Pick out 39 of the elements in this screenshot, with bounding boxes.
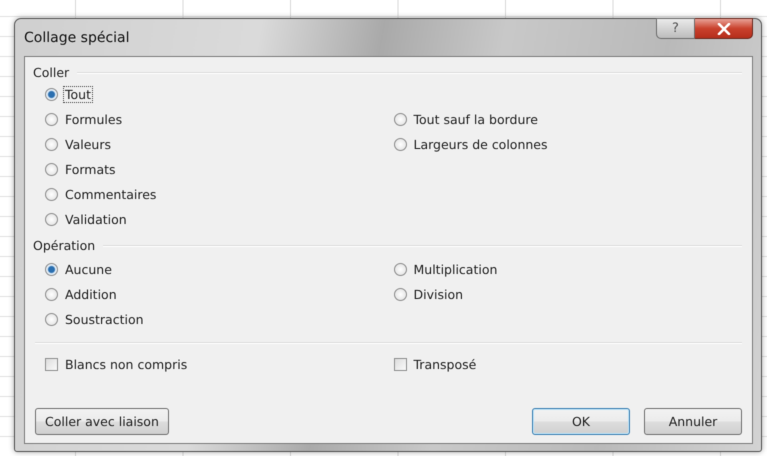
option-label[interactable]: Aucune [63, 261, 114, 278]
group-title: Opération [33, 238, 96, 253]
option-label[interactable]: Tout [63, 86, 93, 103]
option-label[interactable]: Validation [63, 211, 129, 228]
radio-button[interactable] [394, 113, 406, 126]
radio-button[interactable] [45, 138, 58, 151]
close-icon [716, 22, 730, 34]
dialog-button[interactable]: OK [532, 408, 630, 435]
group-title: Coller [33, 65, 70, 80]
radio-button[interactable] [394, 263, 406, 276]
radio-button[interactable] [45, 88, 58, 101]
option-label[interactable]: Addition [63, 286, 119, 303]
checkbox[interactable] [45, 358, 58, 371]
radio-button[interactable] [45, 313, 58, 326]
radio-button[interactable] [394, 138, 406, 151]
radio-button[interactable] [394, 288, 406, 301]
close-button[interactable] [695, 18, 753, 39]
radio-button[interactable] [45, 263, 58, 276]
checkbox-label[interactable]: Blancs non compris [63, 356, 190, 373]
dialog-button[interactable]: Coller avec liaison [35, 408, 169, 435]
option-label[interactable]: Commentaires [63, 186, 158, 203]
checkbox[interactable] [394, 358, 406, 371]
dialog-button[interactable]: Annuler [644, 408, 742, 435]
option-label[interactable]: Division [412, 286, 466, 303]
radio-button[interactable] [45, 163, 58, 176]
option-label[interactable]: Tout sauf la bordure [412, 111, 540, 128]
radio-button[interactable] [45, 188, 58, 201]
help-button[interactable]: ? [656, 18, 695, 39]
option-label[interactable]: Multiplication [412, 261, 500, 278]
option-label[interactable]: Formats [63, 161, 118, 178]
option-label[interactable]: Formules [63, 111, 124, 128]
option-label[interactable]: Valeurs [63, 136, 113, 153]
window-title: Collage spécial [24, 30, 130, 46]
checkbox-label[interactable]: Transposé [412, 356, 478, 373]
option-label[interactable]: Soustraction [63, 311, 146, 328]
radio-button[interactable] [45, 113, 58, 126]
radio-button[interactable] [45, 213, 58, 226]
radio-button[interactable] [45, 288, 58, 301]
option-label[interactable]: Largeurs de colonnes [412, 136, 550, 153]
